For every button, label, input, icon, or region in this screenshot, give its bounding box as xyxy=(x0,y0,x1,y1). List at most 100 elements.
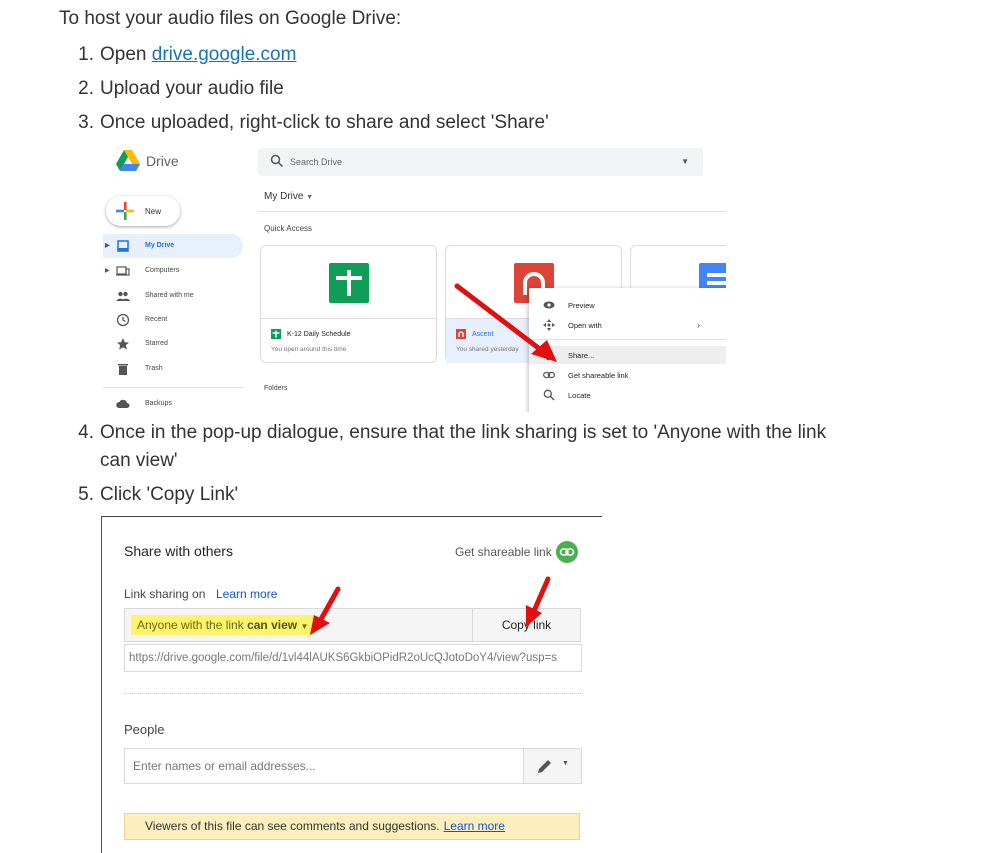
step-5: 5. Click 'Copy Link' xyxy=(72,481,238,509)
sidebar-item-computers[interactable]: ▶ Computers xyxy=(103,259,243,283)
permission-pencil-button[interactable]: ▼ xyxy=(523,748,582,784)
expand-icon[interactable]: ▶ xyxy=(105,242,110,249)
new-button-label: New xyxy=(145,207,162,216)
step-text: Upload your audio file xyxy=(100,78,284,99)
link-permission-dropdown[interactable]: Anyone with the link can view ▼ xyxy=(124,608,474,642)
menu-item-share[interactable]: Share... xyxy=(529,346,726,364)
sheets-icon xyxy=(329,263,369,303)
chevron-down-icon: ▼ xyxy=(306,194,314,201)
people-label: People xyxy=(124,722,165,737)
menu-item-label: Share... xyxy=(568,351,595,360)
learn-more-link[interactable]: Learn more xyxy=(216,587,277,601)
search-icon xyxy=(270,154,284,168)
drive-link[interactable]: drive.google.com xyxy=(152,44,297,65)
sidebar-item-recent[interactable]: Recent xyxy=(103,308,243,332)
search-icon xyxy=(543,389,555,401)
notice-text: Viewers of this file can see comments an… xyxy=(145,819,440,833)
sidebar-item-trash[interactable]: Trash xyxy=(103,357,243,381)
sidebar-item-my-drive[interactable]: ▶ My Drive xyxy=(103,234,243,258)
menu-item-open-with[interactable]: Open with › xyxy=(529,316,726,334)
permission-text: Anyone with the link xyxy=(137,618,248,632)
expand-icon[interactable]: ▶ xyxy=(105,267,110,274)
chevron-right-icon: › xyxy=(697,320,700,330)
search-placeholder: Search Drive xyxy=(290,157,343,167)
menu-divider xyxy=(529,339,726,340)
menu-item-label: Locate xyxy=(568,391,591,400)
step-2: 2. Upload your audio file xyxy=(72,75,284,103)
sidebar-item-starred[interactable]: Starred xyxy=(103,332,243,356)
step-text-continued: can view' xyxy=(100,450,178,471)
menu-item-get-link[interactable]: Get shareable link xyxy=(529,366,726,384)
step-text: Click 'Copy Link' xyxy=(100,484,239,505)
dialog-title: Share with others xyxy=(124,543,233,559)
drive-app-name: Drive xyxy=(146,152,179,169)
menu-item-locate[interactable]: Locate xyxy=(529,386,726,404)
cloud-icon xyxy=(116,399,130,408)
sidebar-item-label: Trash xyxy=(145,365,163,372)
step-number: 2. xyxy=(78,78,94,99)
chevron-down-icon: ▼ xyxy=(300,622,309,631)
file-name: K-12 Daily Schedule xyxy=(287,331,351,338)
my-drive-icon xyxy=(117,240,129,252)
share-url-field[interactable]: https://drive.google.com/file/d/1vl44lAU… xyxy=(124,644,582,672)
context-menu: Preview Open with › Share... Get shareab… xyxy=(529,288,726,412)
people-icon xyxy=(116,291,130,301)
step-1: 1. Open drive.google.com xyxy=(72,41,296,69)
clock-icon xyxy=(116,313,130,327)
app-small-icon xyxy=(456,329,466,339)
drive-screenshot: Drive Search Drive ▼ New ▶ My Drive ▶ Co… xyxy=(98,142,726,412)
permission-level: can view xyxy=(247,618,298,632)
get-shareable-link[interactable]: Get shareable link xyxy=(455,545,552,559)
computers-icon xyxy=(116,266,130,276)
add-person-icon xyxy=(543,350,555,360)
file-subtitle: You open around this time xyxy=(271,346,347,353)
file-thumbnail xyxy=(261,246,436,318)
menu-item-label: Get shareable link xyxy=(568,371,629,380)
step-4: 4. Once in the pop-up dialogue, ensure th… xyxy=(72,419,826,475)
sidebar-item-label: Starred xyxy=(145,340,168,347)
intro-text: To host your audio files on Google Drive… xyxy=(59,8,402,29)
breadcrumb-label: My Drive xyxy=(264,191,304,202)
step-number: 5. xyxy=(78,484,94,505)
section-divider xyxy=(124,693,581,694)
file-card-footer: K-12 Daily Schedule You open around this… xyxy=(261,318,436,363)
copy-link-button[interactable]: Copy link xyxy=(472,608,581,642)
star-icon xyxy=(117,338,129,350)
drive-logo: Drive xyxy=(116,150,179,171)
file-subtitle: You shared yesterday xyxy=(456,346,519,353)
drive-logo-icon xyxy=(116,150,140,171)
sidebar-item-label: Shared with me xyxy=(145,292,194,299)
new-button[interactable]: New xyxy=(106,196,180,226)
search-bar[interactable]: Search Drive ▼ xyxy=(258,148,703,176)
menu-item-label: Preview xyxy=(568,301,595,310)
file-name: Ascent xyxy=(472,331,494,338)
sidebar-item-shared[interactable]: Shared with me xyxy=(103,284,243,308)
pencil-icon xyxy=(538,760,551,773)
viewer-notice: Viewers of this file can see comments an… xyxy=(124,813,580,840)
quick-access-heading: Quick Access xyxy=(264,224,313,233)
move-icon xyxy=(543,319,555,331)
menu-item-preview[interactable]: Preview xyxy=(529,296,726,314)
step-text: Once uploaded, right-click to share and … xyxy=(100,112,549,133)
link-icon xyxy=(543,371,555,379)
sidebar-item-label: My Drive xyxy=(145,242,175,249)
breadcrumb[interactable]: My Drive ▼ xyxy=(264,191,313,202)
sidebar-divider xyxy=(103,387,243,388)
step-number: 1. xyxy=(78,44,94,65)
link-icon[interactable] xyxy=(556,541,578,563)
folders-heading: Folders xyxy=(264,385,288,392)
step-text: Once in the pop-up dialogue, ensure that… xyxy=(100,422,827,443)
notice-learn-more-link[interactable]: Learn more xyxy=(444,819,505,833)
search-options-icon[interactable]: ▼ xyxy=(681,157,689,166)
sidebar-item-label: Backups xyxy=(145,400,172,407)
permission-label: Anyone with the link can view ▼ xyxy=(131,615,315,635)
link-sharing-status: Link sharing on xyxy=(124,587,206,601)
menu-item-label: Open with xyxy=(568,321,602,330)
chevron-down-icon: ▼ xyxy=(562,760,569,767)
sidebar-item-label: Computers xyxy=(145,267,180,274)
names-input[interactable]: Enter names or email addresses... xyxy=(124,748,528,784)
plus-icon xyxy=(116,202,134,220)
sidebar-item-backups[interactable]: Backups xyxy=(103,392,243,412)
step-text: Open xyxy=(100,44,152,65)
file-card[interactable]: K-12 Daily Schedule You open around this… xyxy=(260,245,437,363)
